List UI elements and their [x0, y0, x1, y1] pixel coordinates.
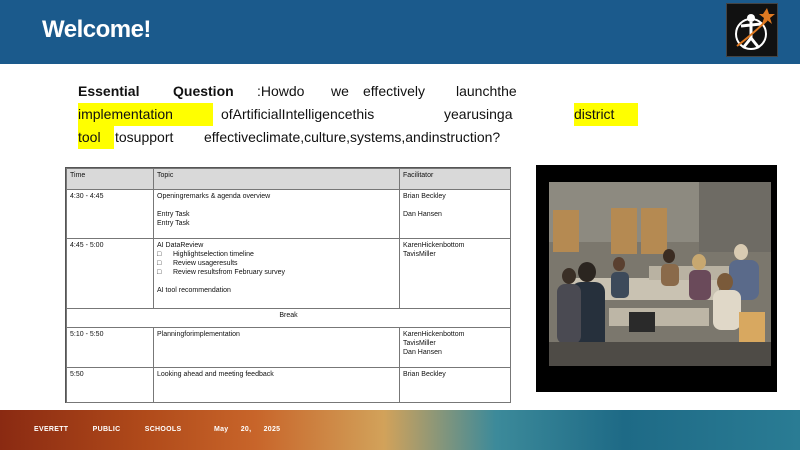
checkbox-bullet-icon: □	[157, 269, 162, 276]
facilitator-name: KarenHickenbottom	[403, 242, 465, 249]
topic-bullet-line: □ Highlightselection timeline	[157, 250, 396, 259]
facilitator-name: Dan Hansen	[403, 349, 442, 356]
footer-text: EVERETT PUBLIC SCHOOLS May 20, 2025	[34, 426, 280, 433]
topic-bullet-line: □ Review resultsfrom February survey	[157, 268, 396, 277]
topic-cell: Planningforimplementation	[153, 327, 400, 368]
slide-title: Welcome!	[42, 16, 151, 43]
question-word: tosupport	[115, 129, 174, 145]
question-line-3: tool tosupport effectiveclimate,culture,…	[78, 126, 648, 149]
question-word: Question	[173, 83, 234, 99]
meeting-photo	[549, 182, 771, 366]
essential-question: Essential Question :Howdo we effectively…	[78, 80, 648, 149]
question-line-1: Essential Question :Howdo we effectively…	[78, 80, 648, 103]
topic-subitem: Review resultsfrom February survey	[172, 269, 285, 276]
facilitator-name: TavisMiller	[403, 340, 436, 347]
topic-line: AI tool recommendation	[157, 287, 231, 294]
topic-cell: Looking ahead and meeting feedback	[153, 367, 400, 403]
topic-subitem: Highlightselection timeline	[172, 251, 254, 258]
header-time: Time	[66, 168, 154, 190]
table-row: 4:45 - 5:00 AI DataReview □ Highlightsel…	[66, 238, 511, 309]
break-row: Break	[66, 308, 511, 328]
agenda-table: Time Topic Facilitator 4:30 - 4:45 Openi…	[65, 167, 511, 403]
question-word: we	[331, 83, 349, 99]
table-header-row: Time Topic Facilitator	[66, 168, 511, 190]
district-logo	[726, 3, 778, 57]
topic-line	[157, 277, 396, 286]
table-row: 5:10 - 5:50 Planningforimplementation Ka…	[66, 327, 511, 368]
facilitator-name: Dan Hansen	[403, 211, 442, 218]
facilitator-cell: KarenHickenbottom TavisMiller Dan Hansen	[399, 327, 511, 368]
facilitator-name: KarenHickenbottom	[403, 331, 465, 338]
question-line-2: implementation ofArtificialIntelligencet…	[78, 103, 648, 126]
time-cell: 5:50	[66, 367, 154, 403]
topic-line: AI DataReview	[157, 242, 204, 249]
facilitator-cell: Brian Beckley	[399, 367, 511, 403]
header-topic: Topic	[153, 168, 400, 190]
topic-cell: Openingremarks & agenda overview Entry T…	[153, 189, 400, 239]
topic-line: Openingremarks & agenda overview	[157, 193, 271, 200]
question-word: effectively	[363, 83, 425, 99]
footer-date: May 20, 2025	[213, 426, 281, 433]
highlighted-word: implementation	[78, 103, 213, 126]
topic-bullet-line: □ Review usageresults	[157, 259, 396, 268]
time-cell: 5:10 - 5:50	[66, 327, 154, 368]
checkbox-bullet-icon: □	[157, 251, 162, 258]
question-word: effectiveclimate,culture,systems,andinst…	[204, 129, 501, 145]
question-word: :Howdo	[257, 83, 305, 99]
table-row: 5:50 Looking ahead and meeting feedback …	[66, 367, 511, 403]
topic-line: Entry Task	[157, 220, 190, 227]
facilitator-cell: KarenHickenbottom TavisMiller	[399, 238, 511, 309]
facilitator-name: TavisMiller	[403, 251, 436, 258]
highlighted-word: district	[574, 103, 638, 126]
facilitator-name: Brian Beckley	[403, 193, 446, 200]
topic-line: Entry Task	[157, 211, 190, 218]
checkbox-bullet-icon: □	[157, 260, 162, 267]
facilitator-cell: Brian Beckley Dan Hansen	[399, 189, 511, 239]
title-bar: Welcome!	[0, 0, 800, 64]
question-word: Essential	[78, 83, 140, 99]
question-word: launchthe	[456, 83, 517, 99]
time-cell: 4:45 - 5:00	[66, 238, 154, 309]
highlighted-word: tool	[78, 126, 114, 149]
time-cell: 4:30 - 4:45	[66, 189, 154, 239]
topic-line	[157, 201, 396, 210]
topic-subitem: Review usageresults	[172, 260, 238, 267]
question-word: ofArtificialIntelligencethis	[221, 106, 375, 122]
table-row: 4:30 - 4:45 Openingremarks & agenda over…	[66, 189, 511, 239]
break-cell: Break	[66, 308, 511, 328]
topic-cell: AI DataReview □ Highlightselection timel…	[153, 238, 400, 309]
facilitator-name	[403, 201, 507, 210]
header-facilitator: Facilitator	[399, 168, 511, 190]
question-word: yearusinga	[444, 106, 513, 122]
footer-org: EVERETT PUBLIC SCHOOLS	[34, 426, 182, 433]
